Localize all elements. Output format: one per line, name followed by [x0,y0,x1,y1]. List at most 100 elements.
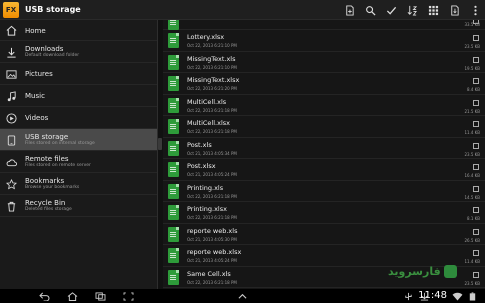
excel-file-icon [168,205,179,220]
app-logo-icon[interactable]: FX [3,1,19,18]
select-checkbox[interactable] [473,99,479,106]
file-size: 14.5 KB [464,194,480,200]
drawer-drag-handle[interactable] [158,138,162,150]
file-size: 23.5 KB [464,280,480,286]
file-name: MissingText.xlsx [187,76,240,84]
music-icon [5,90,18,103]
select-checkbox[interactable] [473,228,479,235]
nav-label: Remote files [25,155,69,163]
nav-label: Recycle Bin [25,199,66,207]
file-date: Oct 22, 2013 6:21:18 PM [187,279,237,285]
select-checkbox[interactable] [473,121,479,127]
file-row[interactable]: Post.xlsx Oct 21, 2013 4:05:24 PM 16.4 K… [163,159,485,181]
back-icon[interactable] [38,291,50,301]
select-checkbox[interactable] [473,56,479,63]
sort-icon[interactable] [406,4,418,16]
file-name: MissingText.xls [187,54,236,63]
nav-item-bookmarks[interactable]: Bookmarks Browse your bookmarks [0,173,157,195]
excel-file-icon [168,54,179,70]
status-clock: 11:48 [418,290,447,301]
excel-file-icon [168,226,179,242]
file-row[interactable]: Printing.xls Oct 22, 2013 6:21:18 PM 14.… [163,181,485,202]
file-row[interactable]: 33.5 KB [163,20,485,30]
file-date: Oct 22, 2013 6:21:18 PM [187,215,237,220]
file-size: 26.5 KB [464,237,480,243]
excel-file-icon [168,183,179,199]
file-name: Post.xlsx [187,162,216,170]
nav-item-home[interactable]: Home [0,20,157,41]
select-checkbox[interactable] [473,207,479,213]
file-name: reporte web.xls [187,226,238,235]
recent-apps-icon[interactable] [94,291,106,301]
excel-file-icon [168,76,179,91]
select-checkbox[interactable] [473,271,479,278]
file-row[interactable]: MissingText.xls Oct 22, 2013 6:21:10 PM … [163,52,485,73]
overflow-menu-icon[interactable] [469,4,481,16]
file-name: MultiCell.xlsx [187,119,230,127]
action-bar-actions [343,0,481,20]
usb-notification-icon[interactable] [402,291,414,301]
file-row[interactable]: reporte web.xls Oct 21, 2013 4:05:30 PM … [163,224,485,245]
new-file-icon[interactable] [343,4,355,16]
chevron-up-icon[interactable] [236,291,248,301]
file-size: 11.4 KB [464,259,480,264]
file-row[interactable]: Post.xls Oct 21, 2013 4:05:34 PM 23.5 KB [163,138,485,159]
file-row[interactable]: MissingText.xlsx Oct 22, 2013 6:21:20 PM… [163,73,485,95]
checkmark-icon[interactable] [385,4,397,16]
file-size: 8.4 KB [467,87,480,92]
home-button-icon[interactable] [66,291,78,301]
watermark-icon [443,264,457,278]
video-icon [5,112,18,125]
file-date: Oct 21, 2013 4:05:30 PM [187,236,237,242]
action-bar: FX USB storage [0,0,485,20]
file-size: 19.5 KB [464,65,480,71]
download-icon [5,46,18,59]
file-row[interactable]: MultiCell.xls Oct 22, 2013 6:21:18 PM 21… [163,95,485,116]
excel-file-icon [168,162,179,177]
nav-label: USB storage [25,133,69,141]
file-date: Oct 22, 2013 6:21:10 PM [187,43,237,48]
nav-label: Videos [25,114,49,122]
nav-item-downloads[interactable]: Downloads Default download folder [0,41,157,63]
file-date: Oct 22, 2013 6:21:20 PM [187,86,237,91]
excel-file-icon [168,248,179,263]
nav-label: Music [25,92,45,100]
file-date: Oct 21, 2013 4:05:34 PM [187,150,237,156]
select-checkbox[interactable] [473,164,479,170]
file-date: Oct 22, 2013 6:21:10 PM [187,64,237,70]
file-row[interactable]: MultiCell.xlsx Oct 22, 2013 6:21:18 PM 1… [163,116,485,138]
select-checkbox[interactable] [473,35,479,41]
nav-item-remote-files[interactable]: Remote files Files stored on remote serv… [0,151,157,173]
nav-item-usb-storage[interactable]: USB storage Files stored on internal sto… [0,129,157,151]
file-row[interactable]: Printing.xlsx Oct 22, 2013 6:21:18 PM 8.… [163,202,485,224]
screenshot-icon[interactable] [122,291,134,301]
file-size: 23.5 KB [464,44,480,49]
watermark-text: فارسروید [388,264,441,278]
select-checkbox[interactable] [473,142,479,149]
system-navigation-bar: 11:48 [0,289,485,303]
file-size: 11.4 KB [464,130,480,135]
select-checkbox[interactable] [473,185,479,192]
nav-sublabel: Deleted files storage [25,207,72,212]
nav-sublabel: Files stored on internal storage [25,141,95,146]
file-date: Oct 22, 2013 6:21:18 PM [187,107,237,113]
file-row[interactable]: Lottery.xlsx Oct 22, 2013 6:21:10 PM 23.… [163,30,485,52]
sd-card-icon[interactable] [448,4,460,16]
select-checkbox[interactable] [473,78,479,84]
nav-item-pictures[interactable]: Pictures [0,63,157,85]
picture-icon [5,68,18,81]
nav-item-videos[interactable]: Videos [0,107,157,129]
excel-file-icon [168,33,179,48]
file-size: 21.5 KB [464,108,480,114]
app-title: USB storage [25,5,81,14]
select-checkbox[interactable] [473,250,479,256]
file-date: Oct 22, 2013 6:21:18 PM [187,129,237,134]
excel-file-icon [168,140,179,156]
nav-label: Home [25,26,46,35]
nav-item-music[interactable]: Music [0,85,157,107]
search-icon[interactable] [364,4,376,16]
file-size: 8.1 KB [467,216,480,221]
battery-icon [466,291,478,301]
grid-view-icon[interactable] [427,4,439,16]
nav-item-recycle-bin[interactable]: Recycle Bin Deleted files storage [0,195,157,217]
